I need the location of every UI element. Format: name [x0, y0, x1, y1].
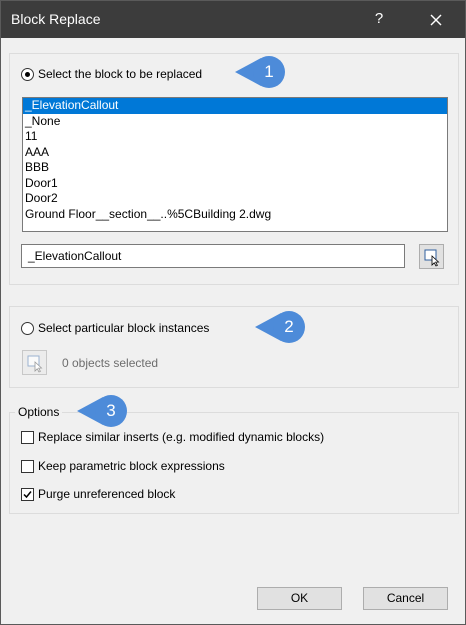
badge-number: 3 — [106, 401, 116, 420]
checkmark-icon — [23, 490, 32, 498]
radio-button-selected[interactable] — [21, 67, 34, 81]
callout-badge-2: 2 — [255, 311, 311, 343]
checkbox-box[interactable] — [21, 487, 34, 501]
replace-similar-checkbox[interactable]: Replace similar inserts (e.g. modified d… — [21, 430, 324, 444]
badge-number: 1 — [264, 62, 274, 81]
list-item[interactable]: _None — [23, 114, 447, 130]
title-bar: Block Replace ? — [1, 1, 465, 38]
list-item[interactable]: AAA — [23, 145, 447, 161]
list-item[interactable]: Ground Floor__section__..%5CBuilding 2.d… — [23, 207, 447, 223]
help-button[interactable]: ? — [366, 6, 392, 32]
select-block-radio[interactable]: Select the block to be replaced — [21, 67, 202, 81]
select-block-in-drawing-button[interactable] — [419, 244, 444, 269]
block-list[interactable]: _ElevationCallout _None 11 AAA BBB Door1 Door2… — [22, 97, 448, 232]
select-instances-radio-label: Select particular block instances — [38, 321, 210, 335]
ok-button[interactable]: OK — [257, 587, 342, 610]
purge-unreferenced-checkbox[interactable]: Purge unreferenced block — [21, 487, 175, 501]
list-item[interactable]: 11 — [23, 129, 447, 145]
cancel-button[interactable]: Cancel — [363, 587, 448, 610]
select-instances-button[interactable] — [22, 350, 47, 375]
block-name-field[interactable]: _ElevationCallout — [21, 244, 405, 268]
list-item[interactable]: Door1 — [23, 176, 447, 192]
purge-unreferenced-label: Purge unreferenced block — [38, 487, 176, 501]
options-legend: Options — [15, 405, 63, 419]
select-instances-radio[interactable]: Select particular block instances — [21, 321, 209, 335]
replace-similar-label: Replace similar inserts (e.g. modified d… — [38, 430, 325, 444]
badge-number: 2 — [284, 317, 294, 336]
checkbox-box[interactable] — [21, 430, 34, 444]
select-entities-icon — [27, 355, 43, 373]
callout-badge-1: 1 — [235, 56, 291, 88]
list-item[interactable]: BBB — [23, 160, 447, 176]
list-item[interactable]: Door2 — [23, 191, 447, 207]
callout-badge-3: 3 — [77, 395, 133, 427]
keep-parametric-checkbox[interactable]: Keep parametric block expressions — [21, 459, 225, 473]
objects-selected-label: 0 objects selected — [62, 356, 159, 370]
window-title: Block Replace — [11, 11, 101, 27]
radio-button-unselected[interactable] — [21, 321, 34, 335]
checkbox-box[interactable] — [21, 459, 34, 473]
keep-parametric-label: Keep parametric block expressions — [38, 459, 225, 473]
close-button[interactable] — [422, 6, 450, 34]
list-item[interactable]: _ElevationCallout — [23, 98, 447, 114]
block-replace-dialog: Block Replace ? Select the block to be r… — [0, 0, 466, 625]
close-icon — [430, 14, 442, 26]
select-entities-icon — [424, 249, 440, 267]
block-instances-group — [9, 306, 459, 388]
select-block-radio-label: Select the block to be replaced — [38, 67, 203, 81]
